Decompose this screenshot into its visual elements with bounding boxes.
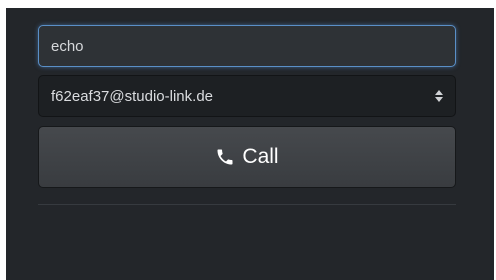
phone-icon [217,149,233,165]
divider [38,204,456,205]
select-arrows-icon [435,88,443,104]
call-target-input[interactable] [38,25,456,67]
call-button[interactable]: Call [38,126,456,188]
call-button-label: Call [242,145,279,168]
account-select[interactable]: f62eaf37@studio-link.de [38,75,456,117]
call-panel: f62eaf37@studio-link.de Call [6,8,494,280]
account-select-value: f62eaf37@studio-link.de [51,87,213,105]
